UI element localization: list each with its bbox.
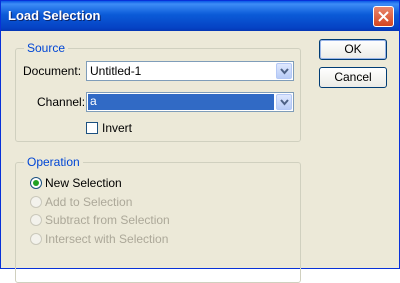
channel-label: Channel: <box>37 95 86 109</box>
window-title: Load Selection <box>8 8 101 23</box>
load-selection-dialog: Load Selection Source Document: Untitled… <box>0 0 400 283</box>
ok-button[interactable]: OK <box>319 39 387 60</box>
add-to-selection-label: Add to Selection <box>45 195 133 209</box>
new-selection-label[interactable]: New Selection <box>45 176 122 190</box>
chevron-down-icon <box>280 68 289 75</box>
operation-legend: Operation <box>27 155 80 169</box>
add-to-selection-radio <box>30 196 42 208</box>
title-bar[interactable]: Load Selection <box>1 1 399 31</box>
chevron-down-icon <box>280 99 289 106</box>
subtract-from-selection-label: Subtract from Selection <box>45 213 170 227</box>
document-dropdown-button[interactable] <box>276 63 292 79</box>
source-legend: Source <box>27 41 66 55</box>
channel-value: a <box>88 94 274 110</box>
cancel-button[interactable]: Cancel <box>319 67 387 88</box>
radio-selected-dot <box>33 180 39 186</box>
invert-checkbox[interactable] <box>86 122 98 134</box>
document-select[interactable]: Untitled-1 <box>86 61 294 81</box>
invert-label[interactable]: Invert <box>102 121 132 135</box>
new-selection-radio[interactable] <box>30 177 42 189</box>
close-icon <box>378 11 389 22</box>
close-button[interactable] <box>373 6 394 27</box>
channel-dropdown-button[interactable] <box>276 94 292 110</box>
document-label: Document: <box>23 64 82 78</box>
subtract-from-selection-radio <box>30 214 42 226</box>
intersect-with-selection-label: Intersect with Selection <box>45 232 169 246</box>
channel-select[interactable]: a <box>86 92 294 112</box>
intersect-with-selection-radio <box>30 233 42 245</box>
document-value: Untitled-1 <box>90 64 142 78</box>
